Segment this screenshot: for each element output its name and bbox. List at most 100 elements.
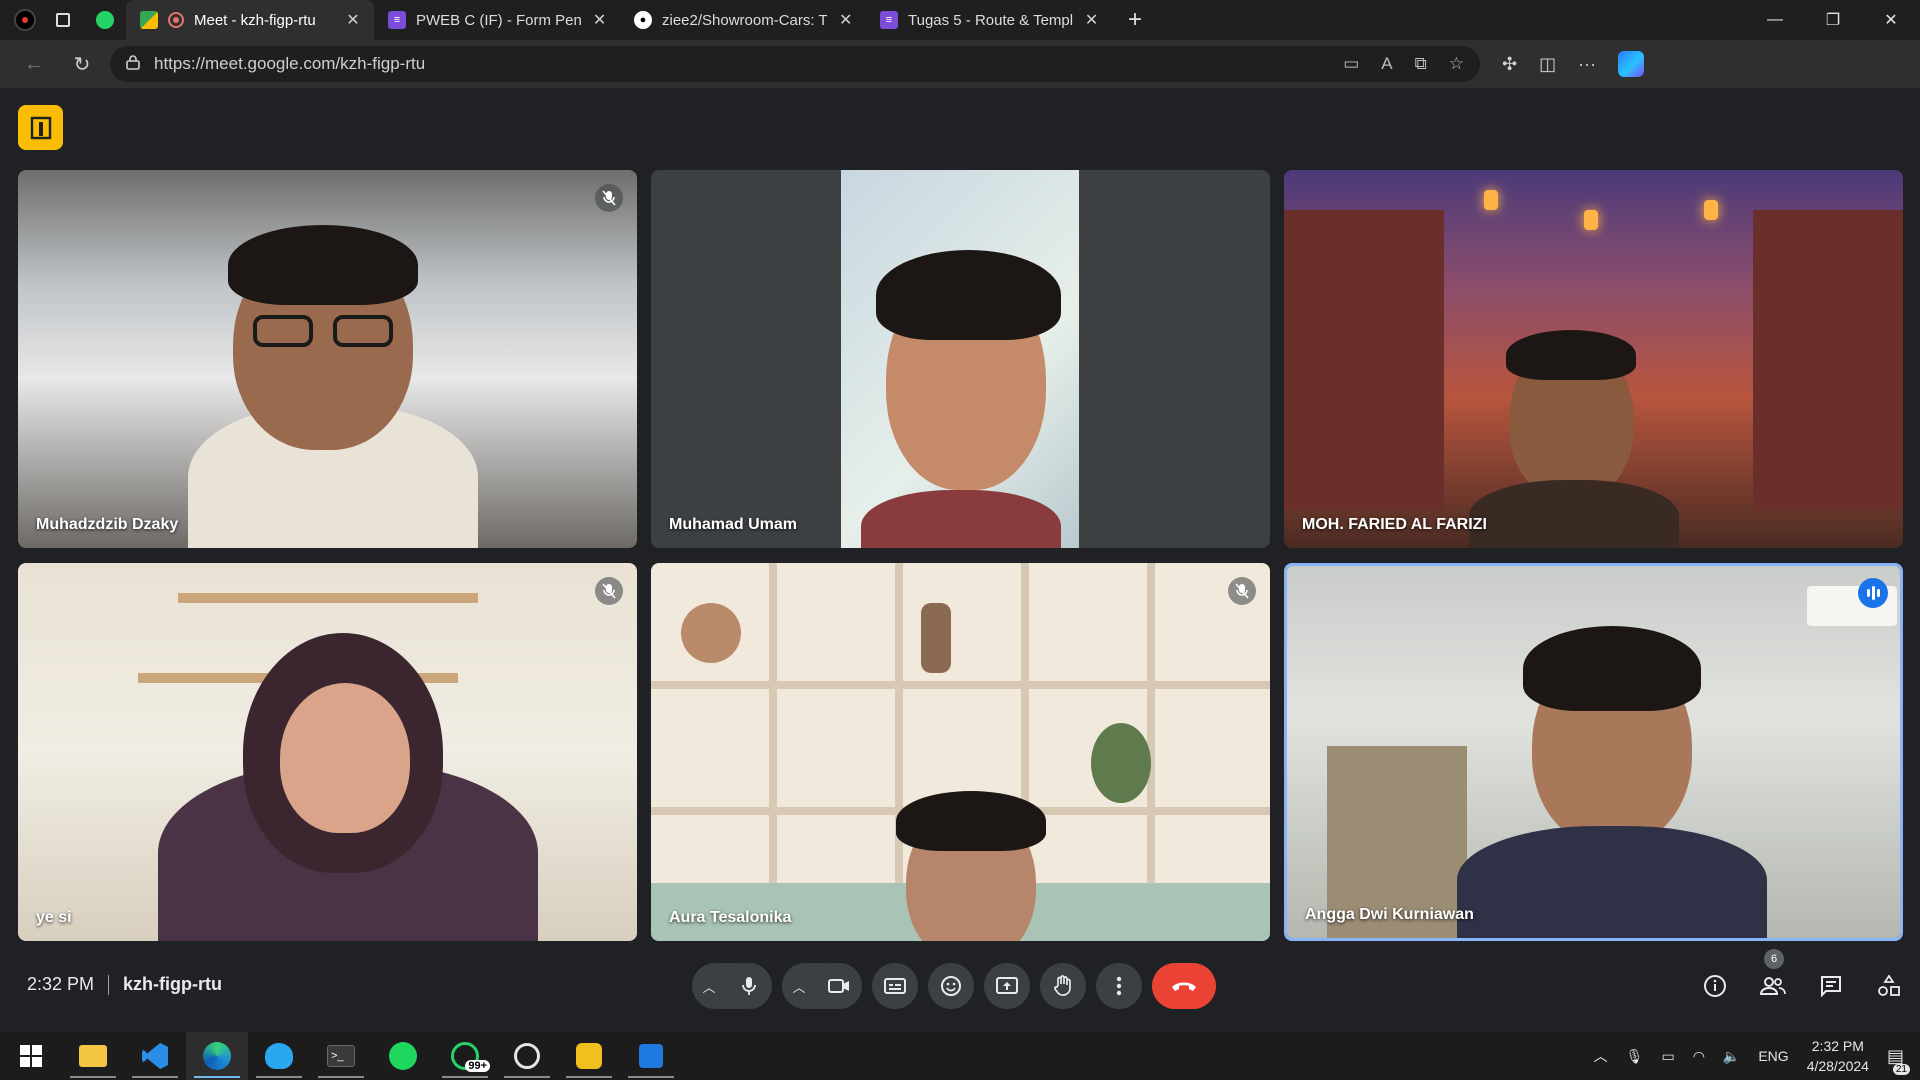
more-options-button[interactable] (1096, 963, 1142, 1009)
whatsapp-unread-badge: 99+ (465, 1060, 490, 1072)
start-button[interactable] (0, 1032, 62, 1080)
close-tab-icon[interactable]: ✕ (837, 10, 854, 30)
terminal-icon: >_ (327, 1045, 355, 1067)
participant-name: MOH. FARIED AL FARIZI (1302, 516, 1487, 533)
people-button[interactable]: 6 (1750, 949, 1796, 1009)
tab-meet[interactable]: Meet - kzh-figp-rtu ✕ (126, 0, 374, 40)
tab-form[interactable]: ≡ PWEB C (IF) - Form Pengumpulan ✕ (374, 0, 620, 40)
favorite-star-icon[interactable]: ☆ (1449, 54, 1464, 74)
close-tab-icon[interactable]: ✕ (344, 10, 362, 30)
show-hidden-icons-chevron-icon[interactable]: ︿ (1594, 1046, 1608, 1066)
hand-icon (1054, 975, 1071, 996)
copilot-icon[interactable] (1618, 51, 1645, 77)
more-vert-icon (1116, 976, 1122, 996)
close-tab-icon[interactable]: ✕ (591, 10, 608, 30)
extensions-icon[interactable]: ✣ (1502, 54, 1517, 75)
read-aloud-icon[interactable]: A (1381, 54, 1392, 74)
camera-permission-icon[interactable]: ▭ (1343, 54, 1359, 74)
participant-name: Aura Tesalonika (669, 909, 792, 926)
tab-github[interactable]: ● ziee2/Showroom-Cars: Tugas-CR ✕ (620, 0, 866, 40)
notification-count: 21 (1892, 1063, 1910, 1075)
mic-off-icon (595, 577, 623, 605)
meeting-logo-icon[interactable] (18, 105, 63, 150)
toolbar-right: ✣ ◫ ··· (1502, 51, 1645, 77)
camera-button[interactable] (816, 963, 862, 1009)
reload-icon[interactable]: ↻ (62, 44, 102, 84)
system-tray: ︿ 🎙 ▭ ◠ 🔈 ENG 2:32 PM 4/28/2024 ▤ 21 (1594, 1036, 1920, 1076)
form-favicon-icon: ≡ (388, 11, 406, 29)
battery-icon[interactable]: ▭ (1661, 1048, 1674, 1065)
present-screen-button[interactable] (984, 963, 1030, 1009)
video-feed (18, 170, 637, 548)
taskbar-trello[interactable] (620, 1032, 682, 1080)
notification-center-button[interactable]: ▤ 21 (1887, 1046, 1910, 1075)
taskbar-cloud-app[interactable] (248, 1032, 310, 1080)
close-tab-icon[interactable]: ✕ (1083, 10, 1100, 30)
participant-tile-active-speaker[interactable]: Angga Dwi Kurniawan (1284, 563, 1903, 941)
chat-button[interactable] (1808, 963, 1854, 1009)
video-feed (1284, 170, 1903, 548)
reactions-button[interactable] (928, 963, 974, 1009)
taskbar-terminal[interactable]: >_ (310, 1032, 372, 1080)
video-options-chevron-icon[interactable]: ︿ (782, 963, 816, 1009)
participant-tile[interactable]: ye si (18, 563, 637, 941)
captions-button[interactable] (872, 963, 918, 1009)
taskbar-postman[interactable] (558, 1032, 620, 1080)
meeting-code[interactable]: kzh-figp-rtu (123, 974, 222, 995)
activities-shapes-icon (1878, 974, 1900, 996)
windows-logo-icon (20, 1045, 42, 1067)
whatsapp-pinned-tab-icon[interactable] (90, 5, 120, 35)
video-camera-icon (828, 979, 849, 993)
microphone-button[interactable] (726, 963, 772, 1009)
mic-off-icon (595, 184, 623, 212)
minimize-icon[interactable]: — (1746, 0, 1804, 40)
raise-hand-button[interactable] (1040, 963, 1086, 1009)
participant-name: Muhamad Umam (669, 516, 798, 533)
clock-date: 4/28/2024 (1806, 1058, 1869, 1074)
info-icon (1704, 975, 1726, 997)
profile-avatar-icon[interactable] (10, 5, 40, 35)
close-window-icon[interactable]: ✕ (1862, 0, 1920, 40)
taskbar-spotify[interactable] (372, 1032, 434, 1080)
video-feed (841, 170, 1079, 548)
taskbar-vscode[interactable] (124, 1032, 186, 1080)
taskbar-clock[interactable]: 2:32 PM 4/28/2024 (1807, 1036, 1869, 1076)
stopwatch-icon (514, 1043, 540, 1069)
mic-off-icon (1228, 577, 1256, 605)
leave-call-button[interactable] (1152, 963, 1216, 1009)
new-tab-plus-icon[interactable]: + (1120, 5, 1150, 35)
address-bar-actions: ▭ A ⧉ ☆ (1343, 54, 1464, 74)
workspaces-icon[interactable] (48, 5, 78, 35)
microphone-tray-icon[interactable]: 🎙 (1626, 1048, 1644, 1065)
wifi-icon[interactable]: ◠ (1693, 1048, 1705, 1065)
tab-tugas[interactable]: ≡ Tugas 5 - Route & Template - PW ✕ (866, 0, 1112, 40)
audio-options-chevron-icon[interactable]: ︿ (692, 963, 726, 1009)
address-bar[interactable]: https://meet.google.com/kzh-figp-rtu ▭ A… (110, 46, 1480, 82)
participant-tile[interactable]: Muhamad Umam (651, 170, 1270, 548)
app-available-icon[interactable]: ⧉ (1415, 54, 1427, 74)
audio-control-group: ︿ (692, 963, 772, 1009)
tab-title: ziee2/Showroom-Cars: Tugas-CR (662, 11, 828, 29)
taskbar-edge[interactable] (186, 1032, 248, 1080)
taskbar-whatsapp[interactable]: 99+ (434, 1032, 496, 1080)
people-count-badge: 6 (1764, 949, 1784, 969)
phone-hangup-icon (1172, 982, 1196, 991)
divider (108, 974, 110, 995)
meeting-info-button[interactable] (1692, 963, 1738, 1009)
taskbar-clock-app[interactable] (496, 1032, 558, 1080)
present-screen-icon (996, 977, 1018, 994)
people-icon (1760, 977, 1786, 995)
restore-icon[interactable]: ❐ (1804, 0, 1862, 40)
participant-tile[interactable]: Muhadzdzib Dzaky (18, 170, 637, 548)
more-options-icon[interactable]: ··· (1578, 54, 1596, 75)
taskbar-file-explorer[interactable] (62, 1032, 124, 1080)
split-screen-icon[interactable]: ◫ (1539, 54, 1556, 75)
participant-tile[interactable]: MOH. FARIED AL FARIZI (1284, 170, 1903, 548)
activities-button[interactable] (1866, 963, 1912, 1009)
language-indicator[interactable]: ENG (1758, 1048, 1788, 1064)
meet-favicon-icon (140, 11, 158, 29)
microphone-icon (742, 977, 756, 995)
back-arrow-icon[interactable]: ← (14, 44, 54, 84)
volume-icon[interactable]: 🔈 (1723, 1048, 1740, 1065)
participant-tile[interactable]: Aura Tesalonika (651, 563, 1270, 941)
